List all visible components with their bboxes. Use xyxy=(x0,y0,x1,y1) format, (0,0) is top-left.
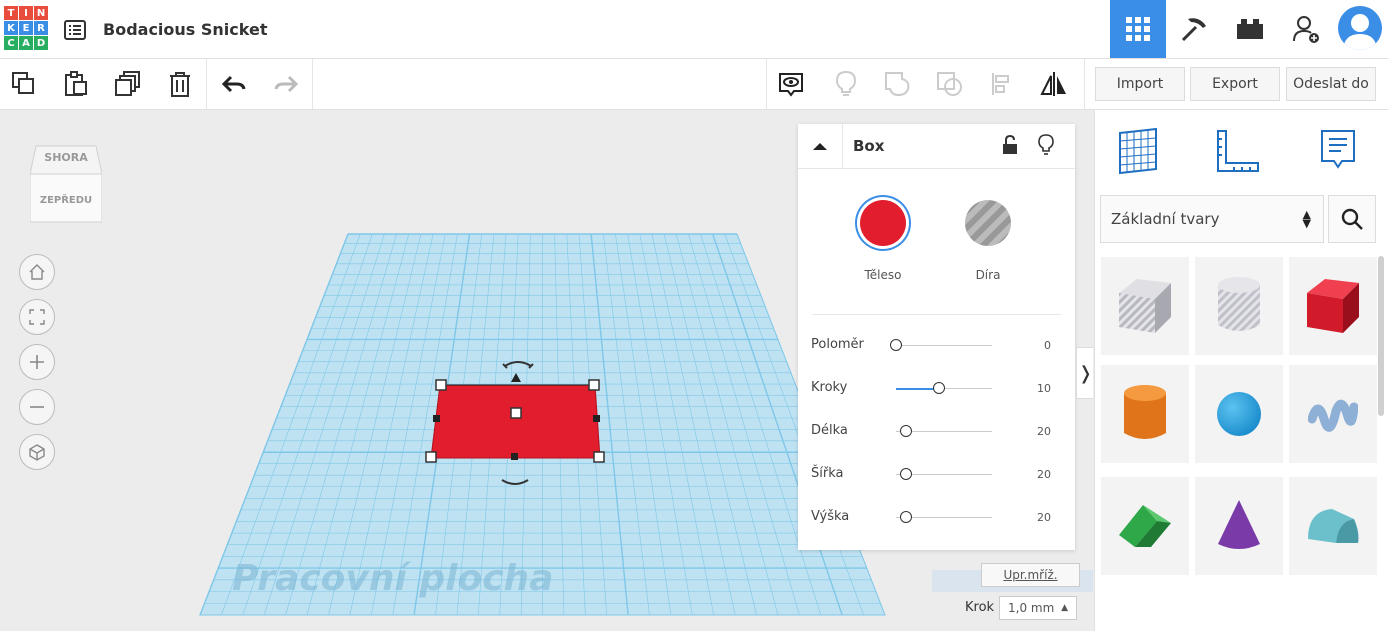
param-value-1[interactable]: 10 xyxy=(1011,382,1051,395)
shape-category-select[interactable]: Základní tvary ▲ ▼ xyxy=(1100,195,1324,243)
param-label-1: Kroky xyxy=(811,380,848,395)
shapes-scrollbar[interactable] xyxy=(1378,256,1384,416)
project-title[interactable]: Bodacious Snicket xyxy=(103,20,267,39)
param-slider-knob-3[interactable] xyxy=(899,468,912,480)
box-shape[interactable] xyxy=(1289,257,1377,355)
undo-icon[interactable] xyxy=(218,68,250,100)
cylinder-hole-shape[interactable] xyxy=(1195,257,1283,355)
send-to-button[interactable]: Odeslat do xyxy=(1286,67,1376,101)
logo-letter: E xyxy=(19,21,33,35)
caret-up-icon: ▲ xyxy=(1061,603,1068,613)
param-slider-knob-4[interactable] xyxy=(899,511,912,523)
align-icon[interactable] xyxy=(986,68,1018,100)
logo-letter: A xyxy=(19,36,33,50)
top-bar: TIN KER CAD Bodacious Snicket xyxy=(0,0,1388,59)
param-value-2[interactable]: 20 xyxy=(1011,425,1051,438)
snap-grid-label: Krok xyxy=(965,600,995,615)
view-icon[interactable] xyxy=(775,68,807,100)
snap-grid-value: 1,0 mm xyxy=(1008,601,1055,615)
logo-letter: D xyxy=(34,36,48,50)
solid-label[interactable]: Těleso xyxy=(843,268,923,282)
shape-inspector: Box Těleso Díra Poloměr 0 Kroky 10 Délka 20 Ší… xyxy=(798,124,1075,550)
workplane-area[interactable]: Pracovní plocha SHORA ZEPŘEDU Box Těleso… xyxy=(0,110,1093,631)
ruler-icon[interactable] xyxy=(1213,124,1263,178)
shapes-panel: Základní tvary ▲ ▼ xyxy=(1094,110,1388,631)
grid-view-icon[interactable] xyxy=(1110,0,1166,58)
logo-letter: R xyxy=(34,21,48,35)
shape-name[interactable]: Box xyxy=(853,137,884,155)
param-value-3[interactable]: 20 xyxy=(1011,468,1051,481)
delete-icon[interactable] xyxy=(164,68,196,100)
shape-category-value: Základní tvary xyxy=(1111,210,1220,228)
scribble-shape[interactable] xyxy=(1289,365,1377,463)
view-cube[interactable]: SHORA ZEPŘEDU xyxy=(29,140,103,230)
collapse-inspector-icon[interactable] xyxy=(798,124,843,168)
param-value-0[interactable]: 0 xyxy=(1011,339,1051,352)
top-right-nav xyxy=(1110,0,1388,58)
import-button[interactable]: Import xyxy=(1095,67,1185,101)
logo-letter: T xyxy=(4,6,18,20)
param-label-3: Šířka xyxy=(811,466,844,481)
param-slider-track-0[interactable] xyxy=(896,345,992,346)
view-cube-top-label[interactable]: SHORA xyxy=(30,151,102,164)
logo-letter: I xyxy=(19,6,33,20)
sphere-shape[interactable] xyxy=(1195,365,1283,463)
solid-color-swatch[interactable] xyxy=(860,200,906,246)
light-bulb-icon[interactable] xyxy=(1038,134,1054,160)
logo-letter: N xyxy=(34,6,48,20)
copy-icon[interactable] xyxy=(8,68,40,100)
avatar-icon[interactable] xyxy=(1338,6,1382,50)
chevron-right-icon[interactable]: ❭ xyxy=(1076,347,1093,399)
ungroup-icon[interactable] xyxy=(934,68,966,100)
param-label-2: Délka xyxy=(811,423,848,438)
paste-icon[interactable] xyxy=(60,68,92,100)
workplane-label: Pracovní plocha xyxy=(232,558,554,599)
perspective-icon[interactable] xyxy=(19,434,55,470)
fit-view-icon[interactable] xyxy=(19,299,55,335)
snap-grid-select[interactable]: 1,0 mm ▲ xyxy=(999,596,1077,620)
edit-toolbar: Import Export Odeslat do xyxy=(0,59,1388,110)
logo-letter: C xyxy=(4,36,18,50)
view-cube-front-label[interactable]: ZEPŘEDU xyxy=(30,195,102,206)
hole-label[interactable]: Díra xyxy=(948,268,1028,282)
sort-arrows-icon: ▲ ▼ xyxy=(1302,208,1311,230)
notes-icon[interactable] xyxy=(1313,124,1363,178)
export-button[interactable]: Export xyxy=(1190,67,1280,101)
param-slider-knob-1[interactable] xyxy=(933,382,946,394)
param-slider-knob-2[interactable] xyxy=(899,425,912,437)
group-icon[interactable] xyxy=(882,68,914,100)
param-label-4: Výška xyxy=(811,509,850,524)
search-icon[interactable] xyxy=(1328,195,1376,243)
hole-swatch[interactable] xyxy=(965,200,1011,246)
edit-grid-button[interactable]: Upr.mříž. xyxy=(981,563,1080,587)
selected-box-shape xyxy=(430,384,601,459)
home-view-icon[interactable] xyxy=(19,254,55,290)
design-menu-icon[interactable] xyxy=(64,20,86,40)
workplane-grid-icon[interactable] xyxy=(1113,124,1163,178)
brick-icon[interactable] xyxy=(1222,0,1278,58)
mirror-icon[interactable] xyxy=(1038,68,1070,100)
redo-icon[interactable] xyxy=(270,68,302,100)
param-value-4[interactable]: 20 xyxy=(1011,511,1051,524)
inspector-header: Box xyxy=(798,124,1075,169)
param-slider-knob-0[interactable] xyxy=(890,339,902,351)
light-icon[interactable] xyxy=(830,68,862,100)
roof-shape[interactable] xyxy=(1101,477,1189,575)
lock-icon[interactable] xyxy=(1002,134,1018,159)
param-label-0: Poloměr xyxy=(811,337,864,352)
tinkercad-logo[interactable]: TIN KER CAD xyxy=(4,6,48,54)
round-roof-shape[interactable] xyxy=(1289,477,1377,575)
zoom-in-icon[interactable] xyxy=(19,344,55,380)
cone-shape[interactable] xyxy=(1195,477,1283,575)
pickaxe-icon[interactable] xyxy=(1166,0,1222,58)
zoom-out-icon[interactable] xyxy=(19,389,55,425)
box-hole-shape[interactable] xyxy=(1101,257,1189,355)
duplicate-icon[interactable] xyxy=(112,68,144,100)
cylinder-shape[interactable] xyxy=(1101,365,1189,463)
logo-letter: K xyxy=(4,21,18,35)
add-user-icon[interactable] xyxy=(1278,0,1334,58)
